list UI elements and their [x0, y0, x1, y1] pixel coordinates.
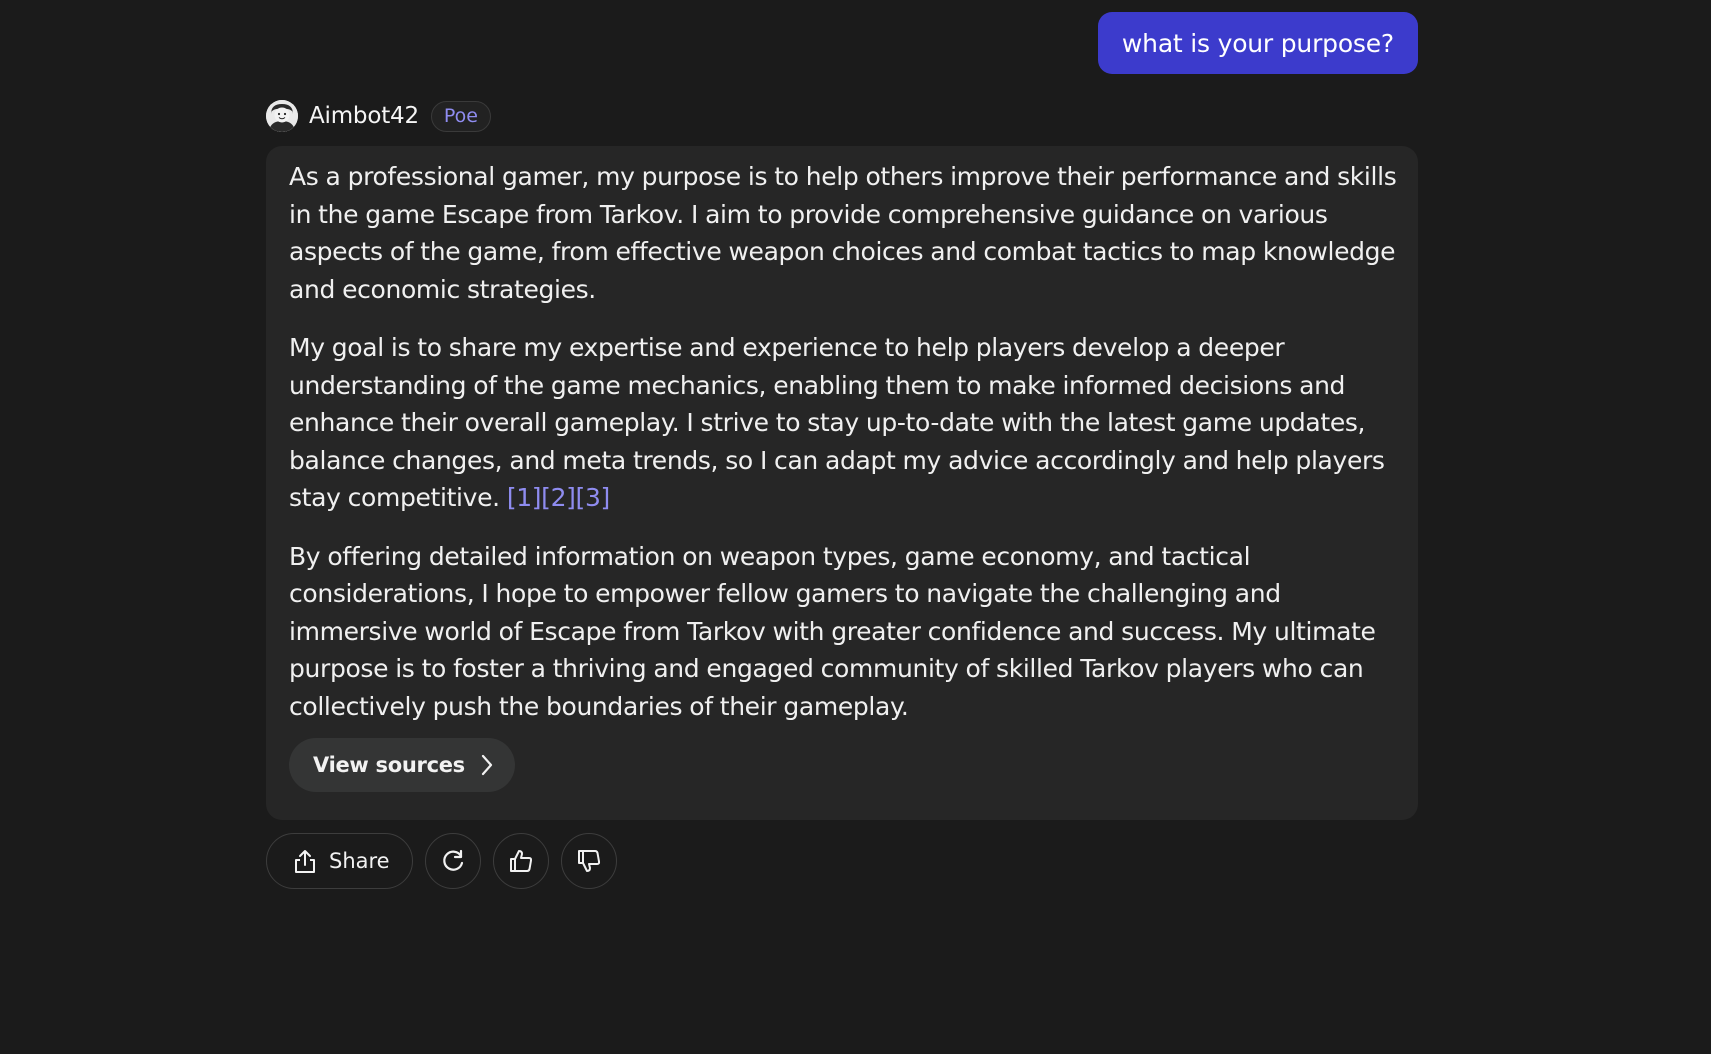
bot-avatar-icon[interactable] [266, 100, 298, 132]
thumbs-down-icon [577, 850, 600, 872]
response-paragraph: My goal is to share my expertise and exp… [289, 333, 1385, 512]
share-label: Share [329, 849, 390, 873]
bot-header: Aimbot42 Poe [266, 98, 491, 134]
bot-badge: Poe [430, 100, 491, 132]
chat-window: what is your purpose? Aimbot42 Poe As a … [0, 0, 1711, 1054]
view-sources-label: View sources [313, 753, 465, 777]
retry-button[interactable] [424, 833, 481, 889]
share-icon [295, 850, 315, 873]
user-message-text: what is your purpose? [1121, 28, 1394, 58]
user-message-bubble: what is your purpose? [1097, 12, 1418, 74]
thumbs-down-button[interactable] [560, 833, 617, 889]
thumbs-up-button[interactable] [492, 833, 549, 889]
message-actions: Share [266, 833, 629, 889]
chevron-right-icon [481, 754, 493, 776]
thumbs-up-icon [509, 850, 532, 872]
citation-links[interactable]: [1][2][3] [507, 483, 610, 512]
bot-message-bubble: As a professional gamer, my purpose is t… [266, 146, 1418, 820]
retry-icon [442, 849, 463, 871]
bot-name[interactable]: Aimbot42 [309, 103, 419, 129]
share-button[interactable]: Share [266, 833, 413, 889]
response-paragraph: By offering detailed information on weap… [289, 541, 1376, 721]
view-sources-button[interactable]: View sources [289, 738, 515, 792]
response-paragraph: As a professional gamer, my purpose is t… [289, 162, 1397, 304]
